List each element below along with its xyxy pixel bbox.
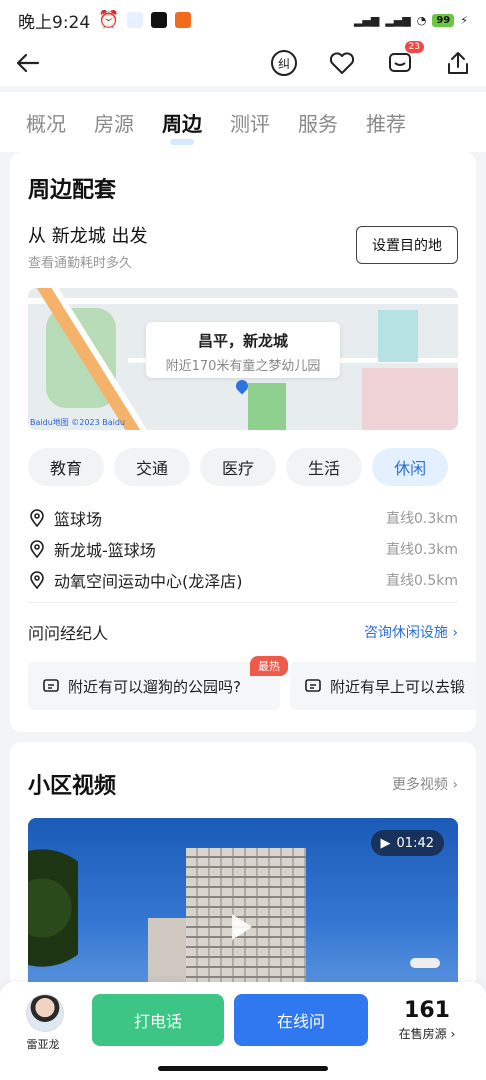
chat-bubble-icon bbox=[305, 679, 321, 692]
list-item[interactable]: 动氧空间运动中心(龙泽店) 直线0.5km bbox=[28, 564, 458, 595]
status-time: 晚上9:24 bbox=[18, 12, 91, 33]
map-view[interactable]: 昌平，新龙城 附近170米有童之梦幼儿园 Baidu地图 ©2023 Baidu bbox=[28, 288, 458, 430]
top-bar: 纠 23 bbox=[0, 40, 486, 86]
category-chips: 教育 交通 医疗 生活 休闲 bbox=[28, 448, 449, 486]
listings-count[interactable]: 161 在售房源 › bbox=[392, 998, 462, 1042]
agent-profile[interactable]: 雷亚龙 bbox=[26, 994, 66, 1052]
correction-icon[interactable]: 纠 bbox=[270, 49, 298, 77]
status-bar: 晚上9:24 ⏰ ▂▄▆ ▂▄▆ ◔ 99 ⚡ bbox=[0, 0, 486, 40]
tab-overview[interactable]: 概况 bbox=[26, 108, 66, 137]
ask-agent-title: 问问经纪人 bbox=[28, 624, 109, 643]
location-pin-icon bbox=[30, 539, 44, 558]
tab-surroundings[interactable]: 周边 bbox=[162, 108, 202, 145]
chip-leisure[interactable]: 休闲 bbox=[372, 448, 449, 486]
poi-name: 新龙城-篮球场 bbox=[54, 540, 156, 560]
question-text: 附近有可以遛狗的公园吗? bbox=[68, 677, 241, 696]
poi-name: 篮球场 bbox=[54, 509, 103, 529]
map-credit: Baidu地图 ©2023 Baidu bbox=[30, 418, 125, 427]
avatar bbox=[26, 994, 64, 1032]
chip-medical[interactable]: 医疗 bbox=[200, 448, 277, 486]
online-chat-button[interactable]: 在线问 bbox=[234, 994, 368, 1046]
favorite-heart-icon[interactable] bbox=[328, 49, 356, 77]
wifi-icon: ◔ bbox=[416, 13, 427, 27]
play-icon[interactable] bbox=[232, 914, 252, 940]
set-destination-button[interactable]: 设置目的地 bbox=[356, 226, 458, 264]
poi-list: 篮球场 直线0.3km 新龙城-篮球场 直线0.3km 动氧空间运动中心(龙泽店… bbox=[28, 502, 458, 595]
consult-leisure-link[interactable]: 咨询休闲设施 › bbox=[364, 622, 458, 642]
play-small-icon: ▶ bbox=[380, 835, 391, 851]
commute-sub: 查看通勤耗时多久 bbox=[28, 256, 133, 271]
xiaomi-icon bbox=[175, 12, 192, 28]
tiktok-icon bbox=[151, 12, 168, 28]
poi-distance: 直线0.3km bbox=[385, 541, 458, 558]
chip-life[interactable]: 生活 bbox=[286, 448, 363, 486]
question-text: 附近有早上可以去锻 bbox=[330, 677, 466, 696]
charging-icon: ⚡ bbox=[460, 13, 468, 27]
consult-leisure-label: 咨询休闲设施 bbox=[363, 625, 448, 641]
back-arrow-icon[interactable] bbox=[14, 49, 42, 77]
more-videos-link[interactable]: 更多视频 › bbox=[392, 774, 458, 794]
tab-recommend[interactable]: 推荐 bbox=[366, 108, 406, 137]
chat-bubble-icon bbox=[43, 679, 59, 692]
share-icon[interactable] bbox=[444, 49, 472, 77]
signal-icon: ▂▄▆ bbox=[353, 13, 380, 27]
alarm-icon: ⏰ bbox=[98, 10, 120, 30]
commute-from: 从 新龙城 出发 bbox=[28, 226, 148, 247]
map-popup: 昌平，新龙城 附近170米有童之梦幼儿园 bbox=[146, 322, 340, 378]
poi-name: 动氧空间运动中心(龙泽店) bbox=[54, 571, 243, 591]
listings-count-label: 在售房源 › bbox=[398, 1027, 456, 1041]
more-videos-label: 更多视频 bbox=[391, 777, 448, 793]
message-icon bbox=[389, 53, 411, 72]
battery-icon: 99 bbox=[432, 13, 455, 27]
street-lamp-image bbox=[410, 958, 440, 968]
chevron-right-icon: › bbox=[452, 777, 458, 793]
video-duration: ▶ 01:42 bbox=[370, 830, 444, 856]
location-pin-icon bbox=[30, 508, 44, 527]
surroundings-card: 周边配套 从 新龙城 出发 查看通勤耗时多久 设置目的地 昌平，新龙城 附近17… bbox=[10, 152, 476, 732]
question-chip[interactable]: 附近有可以遛狗的公园吗? bbox=[28, 662, 280, 710]
section-tabs: 概况 房源 周边 测评 服务 推荐 bbox=[0, 92, 486, 152]
location-pin-icon bbox=[30, 570, 44, 589]
message-badge: 23 bbox=[404, 41, 424, 53]
poi-distance: 直线0.3km bbox=[385, 510, 458, 527]
video-section-title: 小区视频 bbox=[28, 774, 117, 799]
call-button[interactable]: 打电话 bbox=[92, 994, 224, 1046]
listings-count-number: 161 bbox=[404, 998, 450, 1023]
hot-badge: 最热 bbox=[250, 656, 288, 676]
community-video-card: 小区视频 更多视频 › ▶ 01:42 bbox=[10, 742, 476, 992]
video-player[interactable]: ▶ 01:42 bbox=[28, 818, 458, 992]
list-item[interactable]: 篮球场 直线0.3km bbox=[28, 502, 458, 533]
chip-transport[interactable]: 交通 bbox=[114, 448, 191, 486]
svg-text:纠: 纠 bbox=[278, 57, 290, 71]
chevron-right-icon: › bbox=[452, 625, 458, 641]
poi-distance: 直线0.5km bbox=[385, 572, 458, 589]
signal-2-icon: ▂▄▆ bbox=[385, 13, 411, 27]
question-chip[interactable]: 附近有早上可以去锻 bbox=[290, 662, 476, 710]
surroundings-title: 周边配套 bbox=[28, 178, 117, 203]
map-popup-sub: 附近170米有童之梦幼儿园 bbox=[165, 359, 321, 374]
divider bbox=[28, 602, 458, 603]
ask-agent-row: 问问经纪人 咨询休闲设施 › bbox=[28, 620, 458, 644]
bottom-action-bar: 雷亚龙 打电话 在线问 161 在售房源 › bbox=[0, 982, 486, 1080]
duration-text: 01:42 bbox=[396, 835, 434, 851]
app-notification-icon bbox=[127, 12, 144, 28]
agent-name: 雷亚龙 bbox=[26, 1038, 60, 1051]
tab-service[interactable]: 服务 bbox=[298, 108, 338, 137]
tab-review[interactable]: 测评 bbox=[230, 108, 270, 137]
message-button[interactable]: 23 bbox=[386, 41, 424, 77]
tab-listings[interactable]: 房源 bbox=[94, 108, 134, 137]
tree-image bbox=[28, 848, 78, 992]
list-item[interactable]: 新龙城-篮球场 直线0.3km bbox=[28, 533, 458, 564]
home-indicator bbox=[158, 1066, 328, 1071]
chip-education[interactable]: 教育 bbox=[28, 448, 105, 486]
map-popup-title: 昌平，新龙城 bbox=[197, 332, 288, 350]
